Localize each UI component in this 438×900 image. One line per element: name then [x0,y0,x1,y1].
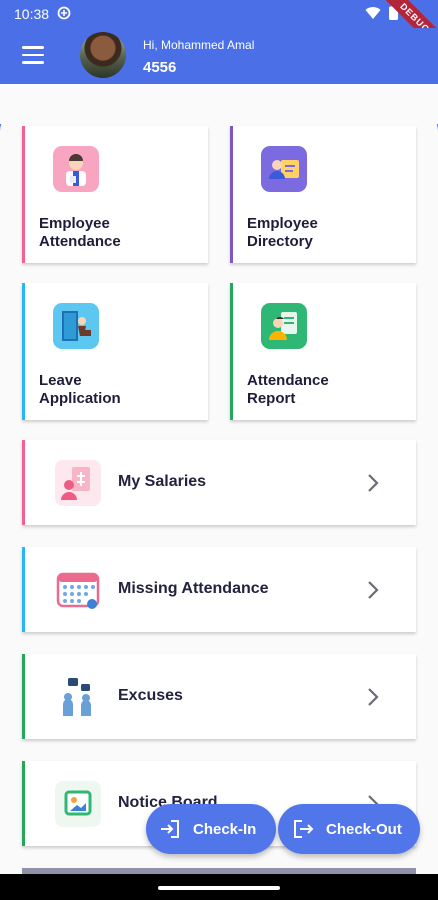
tile-label: Employee Attendance [39,215,121,250]
chevron-right-icon [368,581,379,599]
avatar[interactable] [80,32,126,78]
tile-leave-application[interactable]: Leave Application [22,283,208,420]
tile-label: Leave Application [39,372,121,407]
greeting-text: Hi, Mohammed Amal [143,38,255,52]
check-out-button[interactable]: Check-Out [278,804,420,854]
row-missing-attendance[interactable]: Missing Attendance [22,547,416,632]
wifi-icon [365,6,381,23]
calendar-icon [55,567,101,613]
sync-icon [57,6,71,23]
row-label: My Salaries [118,473,207,490]
row-label: Missing Attendance [118,580,269,597]
tile-label: Employee Directory [247,215,318,250]
chevron-right-icon [368,688,379,706]
row-my-salaries[interactable]: My Salaries [22,440,416,525]
chevron-right-icon [368,474,379,492]
leave-application-icon [53,303,99,349]
menu-icon[interactable] [22,46,44,64]
app-bar: Hi, Mohammed Amal 4556 [0,28,438,84]
salary-icon [55,460,101,506]
check-out-label: Check-Out [326,820,402,838]
home-gesture-handle[interactable] [158,886,280,890]
status-bar: 10:38 DEBUG [0,0,438,56]
row-excuses[interactable]: Excuses [22,654,416,739]
employee-directory-icon [261,146,307,192]
notice-board-icon [55,781,101,827]
login-icon [161,820,179,838]
attendance-report-icon [261,303,307,349]
row-label: Excuses [118,687,183,704]
status-time: 10:38 [14,6,50,22]
tile-employee-attendance[interactable]: Employee Attendance [22,126,208,263]
tile-attendance-report[interactable]: Attendance Report [230,283,416,420]
check-in-button[interactable]: Check-In [146,804,276,854]
tile-employee-directory[interactable]: Employee Directory [230,126,416,263]
tile-label: Attendance Report [247,372,329,407]
excuses-icon [55,674,101,720]
employee-id: 4556 [143,59,177,76]
check-in-label: Check-In [193,820,257,838]
employee-attendance-icon [53,146,99,192]
logout-icon [294,820,314,838]
